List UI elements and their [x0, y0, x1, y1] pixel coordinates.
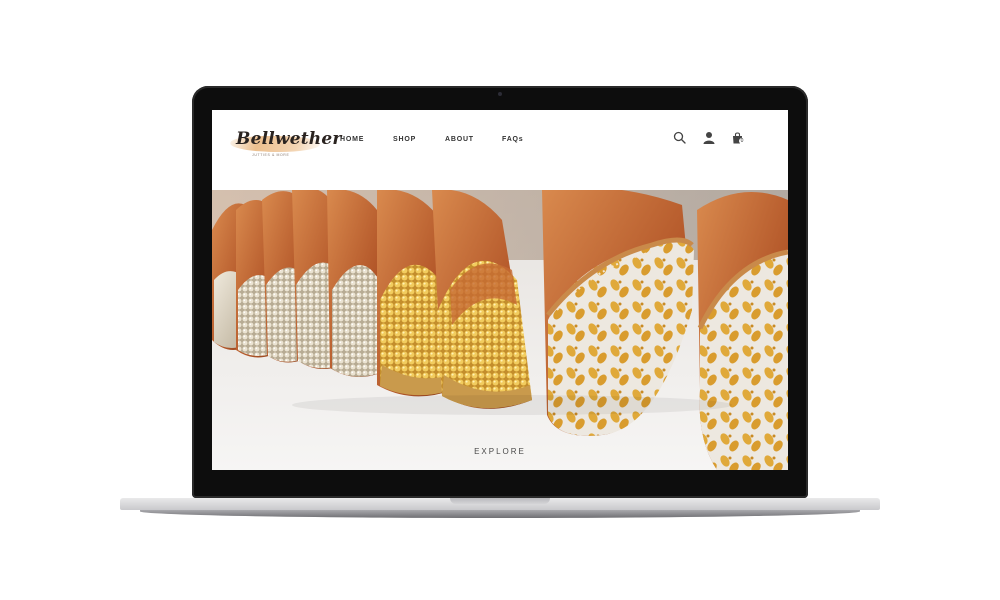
user-icon[interactable]: [701, 130, 717, 146]
shopping-bag-icon[interactable]: 0: [730, 130, 746, 146]
laptop-base: [120, 498, 880, 520]
laptop-lid: Bellwether JUTTIES & MORE HOME SHOP ABOU…: [192, 86, 808, 498]
logo-tagline: JUTTIES & MORE: [252, 153, 290, 157]
nav-shop[interactable]: SHOP: [393, 136, 416, 143]
nav-about[interactable]: ABOUT: [445, 136, 474, 143]
search-icon[interactable]: [672, 130, 688, 146]
laptop-hinge-notch: [450, 498, 550, 504]
explore-link[interactable]: EXPLORE: [212, 447, 788, 456]
logo-wordmark: Bellwether: [236, 129, 342, 149]
laptop-base-shadow: [140, 510, 860, 518]
webcam: [498, 92, 502, 96]
brand-logo[interactable]: Bellwether JUTTIES & MORE: [227, 126, 341, 162]
laptop-screen: Bellwether JUTTIES & MORE HOME SHOP ABOU…: [212, 110, 788, 470]
hero-banner: EXPLORE: [212, 190, 788, 470]
nav-faqs[interactable]: FAQs: [502, 136, 523, 143]
site-header: Bellwether JUTTIES & MORE HOME SHOP ABOU…: [212, 110, 788, 190]
hero-shoes-image: [212, 190, 788, 470]
nav-home[interactable]: HOME: [340, 136, 364, 143]
cart-count-badge: 0: [739, 138, 745, 144]
